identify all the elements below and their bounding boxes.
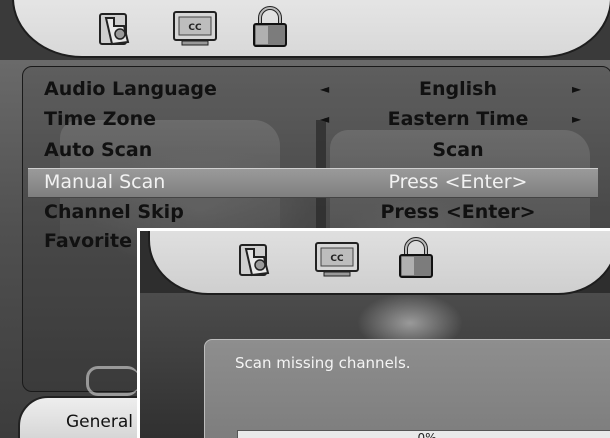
tab-lock[interactable] bbox=[394, 237, 438, 281]
scan-progress-bar: 0% bbox=[237, 430, 610, 438]
menu-row-label: Audio Language bbox=[44, 78, 217, 100]
menu-row-label: Favorite L bbox=[44, 230, 151, 252]
scan-progress-screen: CC Scan missing channels. 0% bbox=[137, 228, 610, 438]
tab-general[interactable] bbox=[236, 239, 276, 279]
menu-row-audio-language[interactable]: Audio Language English ◄ ► bbox=[28, 76, 598, 104]
svg-text:CC: CC bbox=[188, 23, 202, 33]
dialog-message: Scan missing channels. bbox=[235, 354, 411, 372]
tab-caption[interactable]: CC bbox=[314, 239, 360, 279]
menu-row-label: Manual Scan bbox=[44, 171, 166, 193]
menu-row-time-zone[interactable]: Time Zone Eastern Time ◄ ► bbox=[28, 106, 598, 134]
arrow-right-icon[interactable]: ► bbox=[572, 82, 581, 96]
svg-text:CC: CC bbox=[330, 254, 344, 264]
menu-row-label: Auto Scan bbox=[44, 139, 153, 161]
menu-row-auto-scan[interactable]: Auto Scan Scan bbox=[28, 137, 598, 165]
hand-pointer-icon bbox=[99, 13, 130, 46]
menu-row-value: Press <Enter> bbox=[380, 201, 536, 223]
hand-pointer-icon bbox=[239, 244, 270, 277]
logo-watermark bbox=[86, 366, 139, 396]
menu-row-value: Press <Enter> bbox=[388, 171, 528, 193]
progress-label: 0% bbox=[417, 431, 437, 438]
menu-row-value: Scan bbox=[432, 139, 484, 161]
menu-row-value: Eastern Time bbox=[387, 108, 529, 130]
arrow-left-icon[interactable]: ◄ bbox=[320, 82, 329, 96]
tab-lock[interactable] bbox=[248, 6, 292, 50]
arrow-left-icon[interactable]: ◄ bbox=[320, 112, 329, 126]
scan-dialog: Scan missing channels. 0% bbox=[204, 339, 610, 438]
menu-row-label: Channel Skip bbox=[44, 201, 184, 223]
cc-icon: CC bbox=[173, 11, 217, 46]
tab-caption[interactable]: CC bbox=[172, 8, 218, 48]
tab-general[interactable] bbox=[96, 8, 136, 48]
menu-row-channel-skip[interactable]: Channel Skip Press <Enter> bbox=[28, 199, 598, 227]
menu-tab-bar bbox=[148, 231, 610, 295]
cc-icon: CC bbox=[315, 242, 359, 277]
padlock-icon bbox=[399, 237, 433, 278]
padlock-icon bbox=[253, 6, 287, 47]
menu-row-value: English bbox=[419, 78, 497, 100]
bottom-tab-label: General bbox=[66, 412, 133, 432]
menu-row-manual-scan[interactable]: Manual Scan Press <Enter> bbox=[28, 168, 598, 198]
arrow-right-icon[interactable]: ► bbox=[572, 112, 581, 126]
menu-row-label: Time Zone bbox=[44, 108, 157, 130]
